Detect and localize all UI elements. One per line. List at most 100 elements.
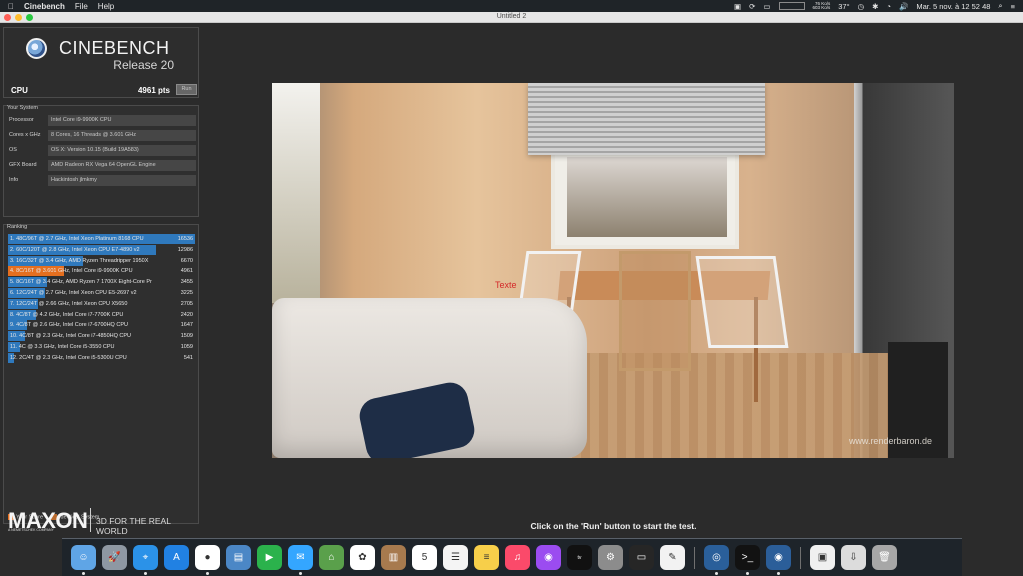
wifi-icon[interactable]: ◔ [886,2,891,11]
network-monitor[interactable]: 76 Ko/s 603 Ko/s [813,1,831,11]
render-watermark: www.renderbaron.de [848,436,932,446]
system-row-os: OS OS X: Version 10.15 (Build 19A583) [7,144,197,157]
sync-icon[interactable]: ⟳ [749,2,755,11]
clock-icon[interactable]: ◷ [858,2,865,11]
ranking-score: 16536 [177,236,193,242]
system-row-cores: Cores x GHz 8 Cores, 16 Threads @ 3.601 … [7,129,197,142]
volume-icon[interactable]: 🔊 [899,2,908,11]
chair-render [695,256,789,348]
ranking-score: 1647 [180,322,193,329]
system-value: 8 Cores, 16 Threads @ 3.601 GHz [48,130,196,141]
ranking-label: 7. 12C/24T @ 2.66 GHz, Intel Xeon CPU X5… [10,300,128,307]
app-menu-cinebench[interactable]: Cinebench [24,2,65,11]
menu-file[interactable]: File [75,2,88,11]
notes-icon[interactable]: ≡ [474,545,499,570]
bluetooth-icon[interactable]: ✱ [872,2,878,11]
maps-icon[interactable]: ⌂ [319,545,344,570]
ranking-label: 4. 8C/16T @ 3.601 GHz, Intel Core i9-990… [10,268,133,275]
ranking-score: 1059 [180,344,193,350]
ranking-row: 3. 16C/32T @ 3.4 GHz, AMD Ryzen Threadri… [8,255,195,266]
ranking-title: Ranking [7,224,28,230]
podcasts-icon[interactable]: ◉ [536,545,561,570]
cinebench-icon[interactable]: ◎ [704,545,729,575]
app-logo-title: CINEBENCH [59,38,170,58]
textedit-icon[interactable]: ✎ [660,545,685,570]
window-titlebar: Untitled 2 [0,12,1023,23]
ranking-score: 12986 [177,246,193,253]
render-preview: Texte www.renderbaron.de [272,83,954,458]
dock-separator [694,546,695,569]
ranking-row: 5. 8C/16T @ 3.4 GHz, AMD Ryzen 7 1700X E… [8,277,195,288]
ranking-label: 3. 16C/32T @ 3.4 GHz, AMD Ryzen Threadri… [10,257,149,264]
ranking-row: 12. 2C/4T @ 2.3 GHz, Intel Core i5-5300U… [8,352,195,363]
downloads-icon[interactable]: ⇩ [841,545,866,570]
cinebench-blue-icon[interactable]: ◉ [766,545,791,575]
safari-icon[interactable]: ⌖ [133,545,158,575]
display-icon[interactable]: ▭ [763,2,770,11]
photos-icon[interactable]: ✿ [350,545,375,570]
system-key: Cores x GHz [9,132,41,138]
search-icon[interactable]: ⌕ [998,1,1002,11]
cpu-monitor-box[interactable] [778,2,805,10]
ranking-row: 11. 4C @ 3.3 GHz, Intel Core i5-3550 CPU… [8,342,195,352]
ranking-label: 10. 4C/8T @ 2.3 GHz, Intel Core i7-4850H… [10,333,132,340]
preview-icon[interactable]: ▤ [226,545,251,570]
system-value: Intel Core i9-9900K CPU [48,115,196,126]
ranking-row: 2. 60C/120T @ 2.8 GHz, Intel Xeon CPU E7… [8,244,195,255]
ranking-score: 6670 [180,257,193,264]
dock: ☺ 🚀 ⌖ A ● ▤ ▶ ✉ ⌂ ✿ ▥ 5 ☰ ≡ ♫ ◉ tv ⚙ ▭ ✎ ◎ >_ ◉ ▣ ⇩ 🗑 [62,538,962,576]
ranking-row: 9. 4C/8T @ 2.6 GHz, Intel Core i7-6700HQ… [8,320,195,331]
ranking-score: 1509 [180,333,193,340]
trash-icon[interactable]: 🗑 [872,545,897,570]
ranking-label: 11. 4C @ 3.3 GHz, Intel Core i5-3550 CPU [10,344,115,350]
system-row-gfx: GFX Board AMD Radeon RX Vega 64 OpenGL E… [7,159,197,172]
ranking-score: 2420 [180,311,193,318]
ranking-row: 6. 12C/24T @ 2.7 GHz, Intel Xeon CPU E5-… [8,288,195,298]
cpu-label: CPU [11,86,28,95]
dock-separator [800,546,801,569]
cpu-score: 4961 pts [137,86,170,95]
control-center-icon[interactable]: ≡ [1011,2,1015,11]
display-icon[interactable]: ▭ [629,545,654,570]
menu-clock[interactable]: Mar. 5 nov. à 12 52 48 [916,2,990,11]
ranking-row: 1. 48C/96T @ 2.7 GHz, Intel Xeon Platinu… [8,234,195,244]
run-button[interactable]: Run [176,84,197,95]
system-row-processor: Processor Intel Core i9-9900K CPU [7,114,197,127]
your-system-title: Your System [7,105,38,111]
document-icon[interactable]: ▣ [810,545,835,570]
launchpad-icon[interactable]: 🚀 [102,545,127,570]
facetime-icon[interactable]: ▶ [257,545,282,570]
tiled-icon[interactable]: ▣ [734,2,741,11]
ranking-row: 8. 4C/8T @ 4.2 GHz, Intel Core i7-7700K … [8,309,195,320]
tv-icon[interactable]: tv [567,545,592,570]
menu-help[interactable]: Help [98,2,114,11]
chair-render [619,251,691,371]
your-system-panel: Your System Processor Intel Core i9-9900… [3,105,199,217]
window-blinds-render [528,83,765,155]
ranking-label: 6. 12C/24T @ 2.7 GHz, Intel Xeon CPU E5-… [10,290,137,296]
ranking-label: 2. 60C/120T @ 2.8 GHz, Intel Xeon CPU E7… [10,246,140,253]
reminders-icon[interactable]: ☰ [443,545,468,570]
ranking-panel: Ranking 1. 48C/96T @ 2.7 GHz, Intel Xeon… [3,224,199,524]
ranking-score: 3225 [180,290,193,296]
calendar-icon[interactable]: 5 [412,545,437,570]
system-info-field[interactable]: Hackintosh jlmkmy [48,175,196,186]
system-preferences-icon[interactable]: ⚙ [598,545,623,570]
left-window-render [272,83,320,303]
ranking-label: 8. 4C/8T @ 4.2 GHz, Intel Core i7-7700K … [10,311,124,318]
ranking-score: 541 [183,354,193,361]
finder-icon[interactable]: ☺ [71,545,96,575]
notes-brown-icon[interactable]: ▥ [381,545,406,570]
chrome-icon[interactable]: ● [195,545,220,575]
music-icon[interactable]: ♫ [505,545,530,570]
ranking-score: 4961 [180,268,193,275]
messages-icon[interactable]: ✉ [288,545,313,575]
terminal-icon[interactable]: >_ [735,545,760,575]
window-title: Untitled 2 [496,13,527,20]
temperature[interactable]: 37° [838,2,849,11]
app-store-icon[interactable]: A [164,545,189,570]
ranking-label: 12. 2C/4T @ 2.3 GHz, Intel Core i5-5300U… [10,354,127,361]
apple-menu-icon[interactable]:  [8,2,14,11]
ranking-row: 4. 8C/16T @ 3.601 GHz, Intel Core i9-990… [8,266,195,277]
ranking-score: 2705 [180,300,193,307]
